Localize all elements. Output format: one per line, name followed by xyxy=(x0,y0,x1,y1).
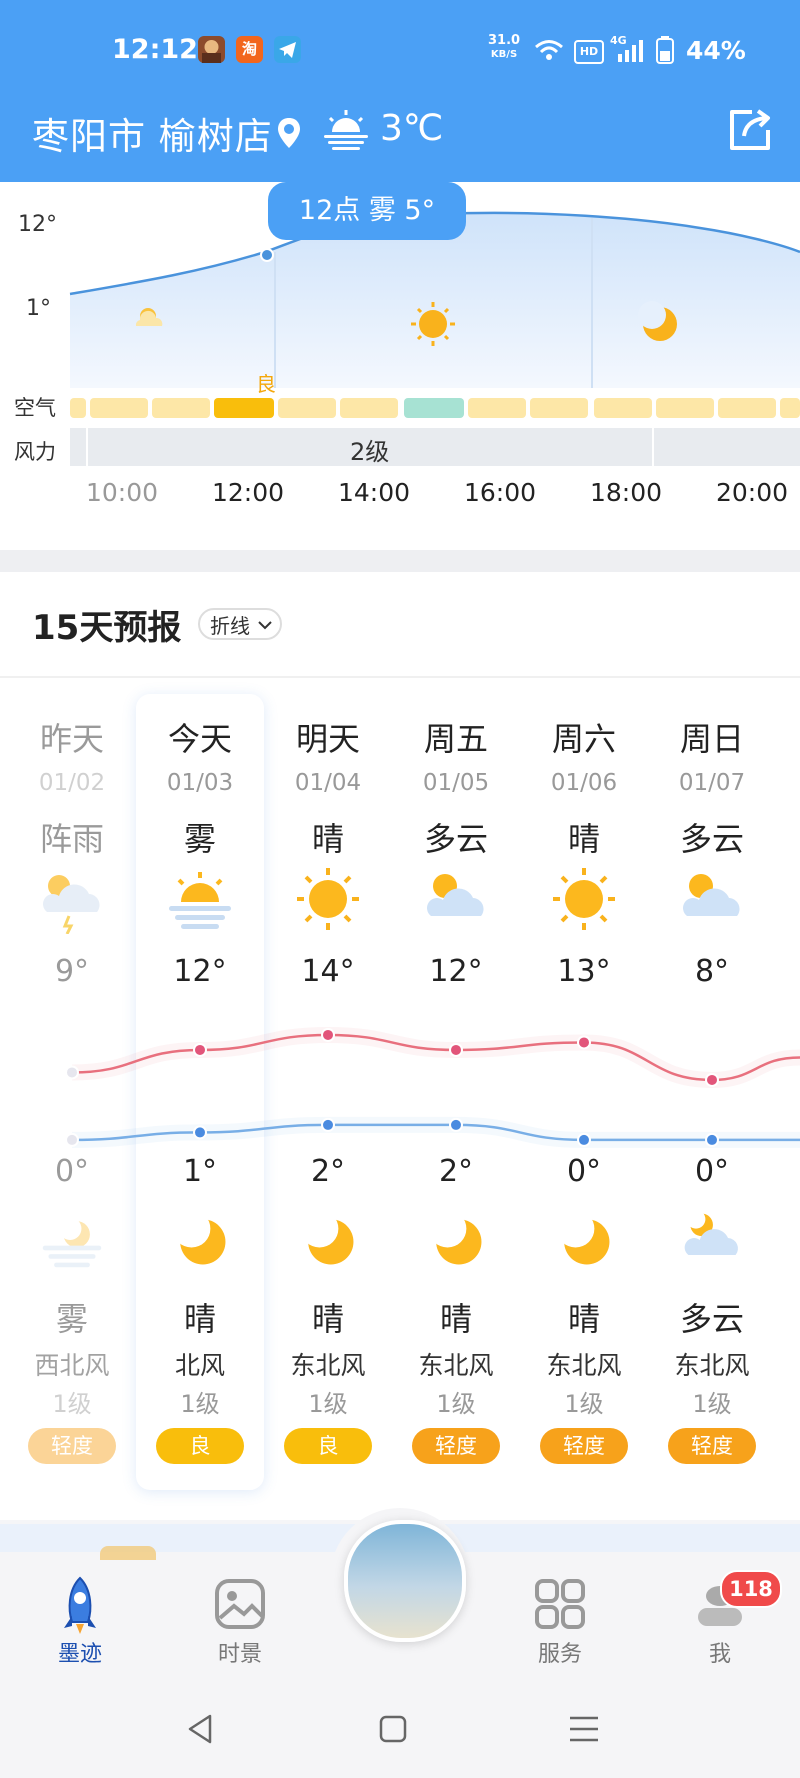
time-label: 20:00 xyxy=(715,478,789,507)
wind-bar xyxy=(70,428,800,466)
network-speed-value: 31.0 xyxy=(488,33,521,48)
nav-label-moji: 墨迹 xyxy=(57,1642,102,1667)
low-temp-point xyxy=(323,1119,333,1130)
menu-icon[interactable] xyxy=(568,1714,600,1744)
grid-icon xyxy=(535,1579,585,1629)
hourly-point xyxy=(262,250,272,260)
low-temp-point xyxy=(579,1134,589,1145)
battery-icon xyxy=(656,36,674,64)
time-label: 10:00 xyxy=(85,478,159,507)
aq-segment xyxy=(90,398,148,418)
low-temp-point xyxy=(67,1134,77,1145)
nav-label-services: 服务 xyxy=(537,1642,582,1667)
wind-label: 风力 xyxy=(14,440,56,464)
air-quality-label: 空气 xyxy=(14,396,56,420)
aq-segment xyxy=(404,398,464,418)
picture-icon xyxy=(215,1579,265,1629)
time-label: 18:00 xyxy=(589,478,663,507)
aq-segment xyxy=(340,398,398,418)
divider xyxy=(0,676,800,678)
back-icon[interactable] xyxy=(186,1712,216,1746)
hourly-tooltip: 12点 雾 5° xyxy=(268,182,466,240)
location-title[interactable]: 枣阳市 榆树店 xyxy=(32,106,273,160)
chart-mode-toggle[interactable]: 折线 xyxy=(198,608,282,640)
low-temp-point xyxy=(195,1127,205,1138)
y-label-high: 12° xyxy=(18,212,57,237)
aq-segment xyxy=(594,398,652,418)
high-temp-point xyxy=(707,1074,717,1085)
game-icon xyxy=(198,36,225,63)
sky-photo-icon[interactable] xyxy=(344,1520,466,1642)
wind-level: 2级 xyxy=(350,438,390,466)
signal-icon xyxy=(618,40,643,62)
aq-segment xyxy=(718,398,776,418)
section-divider xyxy=(0,550,800,572)
location-name: 枣阳市 榆树店 xyxy=(32,115,273,158)
aq-segment xyxy=(152,398,210,418)
temperature-chart xyxy=(65,1026,800,1148)
high-temp-point xyxy=(67,1067,77,1078)
high-temp-point xyxy=(195,1044,205,1055)
current-temperature: 3℃ xyxy=(380,108,444,149)
nav-label-me: 我 xyxy=(708,1642,731,1667)
status-time: 12:12 xyxy=(112,34,198,65)
fog-sun-icon xyxy=(324,110,368,150)
aq-segment xyxy=(656,398,714,418)
aq-segment xyxy=(468,398,526,418)
time-label: 14:00 xyxy=(337,478,411,507)
telegram-icon xyxy=(274,36,301,63)
network-speed: 31.0 KB/S xyxy=(488,34,520,62)
low-temp-point xyxy=(451,1119,461,1130)
aq-segment xyxy=(278,398,336,418)
forecast-title: 15天预报 xyxy=(32,608,182,648)
low-temp-point xyxy=(707,1134,717,1145)
home-icon[interactable] xyxy=(378,1714,408,1744)
high-temp-point xyxy=(579,1037,589,1048)
notification-badge: 118 xyxy=(720,1570,782,1608)
temp-line-glow xyxy=(71,1026,800,1088)
high-temp-point xyxy=(451,1044,461,1055)
chart-mode-label: 折线 xyxy=(210,614,250,638)
time-label: 12:00 xyxy=(211,478,285,507)
status-bar: 12:12 淘 31.0 KB/S HD 4G 44% xyxy=(0,0,800,100)
aq-segment xyxy=(530,398,588,418)
battery-level: 44% xyxy=(686,36,746,65)
aq-segment-current xyxy=(214,398,274,418)
time-label: 16:00 xyxy=(463,478,537,507)
rocket-icon xyxy=(64,1576,96,1634)
hd-icon: HD xyxy=(574,40,604,64)
y-label-low: 1° xyxy=(26,296,51,321)
aq-segment xyxy=(780,398,800,418)
high-temp-point xyxy=(323,1029,333,1040)
share-icon[interactable] xyxy=(728,108,772,152)
taobao-icon: 淘 xyxy=(236,36,263,63)
network-speed-unit: KB/S xyxy=(490,49,518,60)
location-pin-icon[interactable] xyxy=(276,116,302,150)
nav-label-scenery: 时景 xyxy=(217,1642,262,1667)
air-quality-marker: 良 xyxy=(256,372,276,396)
chevron-down-icon xyxy=(258,621,272,630)
wifi-icon xyxy=(535,40,563,60)
